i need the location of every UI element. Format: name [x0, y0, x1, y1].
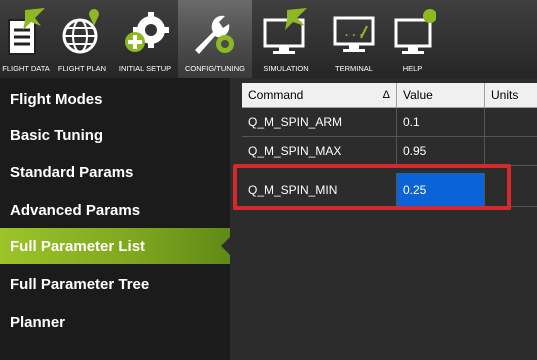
units-cell [485, 137, 537, 166]
column-header-value[interactable]: Value [397, 83, 485, 108]
sidebar-item-planner[interactable]: Planner [0, 304, 230, 340]
sidebar-item-standard-params[interactable]: Standard Params [0, 154, 230, 190]
sidebar-item-label: Planner [10, 313, 66, 331]
flight-plan-button[interactable]: FLIGHT PLAN [52, 0, 112, 78]
sidebar-item-full-parameter-list[interactable]: Full Parameter List [0, 228, 231, 264]
sidebar-item-advanced-params[interactable]: Advanced Params [0, 192, 230, 228]
value-cell[interactable]: 0.1 [397, 108, 485, 137]
toolbar-label: FLIGHT PLAN [57, 64, 107, 73]
gear-plus-icon [125, 12, 169, 52]
highlight-annotation-box [233, 164, 511, 210]
toolbar-label: FLIGHT DATA [2, 64, 50, 73]
parameter-grid-area: Command Δ Value Units Q_M_SPIN_ARM 0.1 Q… [230, 78, 537, 360]
wrench-gear-icon [195, 15, 234, 54]
sidebar-item-label: Basic Tuning [10, 126, 104, 144]
sidebar-item-flight-modes[interactable]: Flight Modes [0, 81, 230, 117]
sidebar-item-basic-tuning[interactable]: Basic Tuning [0, 117, 230, 153]
help-button[interactable]: HELP [388, 0, 437, 78]
column-header-units[interactable]: Units [485, 83, 537, 108]
toolbar-label: SIMULATION [263, 64, 309, 73]
column-header-command[interactable]: Command Δ [242, 83, 397, 108]
column-header-label: Command [248, 88, 304, 102]
config-sidebar: Flight Modes Basic Tuning Standard Param… [0, 78, 231, 360]
sidebar-item-label: Standard Params [10, 163, 134, 181]
sidebar-item-label: Full Parameter List [10, 237, 146, 255]
globe-plan-icon [62, 9, 99, 54]
sort-indicator-icon: Δ [382, 89, 390, 101]
units-cell [485, 108, 537, 137]
simulation-button[interactable]: SIMULATION [252, 0, 320, 78]
toolbar-label: INITIAL SETUP [118, 64, 172, 73]
value-cell[interactable]: 0.95 [397, 137, 485, 166]
flight-data-button[interactable]: FLIGHT DATA [0, 0, 52, 78]
toolbar-label: HELP [402, 64, 423, 73]
table-row[interactable]: Q_M_SPIN_ARM 0.1 [242, 108, 537, 137]
command-cell: Q_M_SPIN_ARM [242, 108, 397, 137]
initial-setup-button[interactable]: INITIAL SETUP [112, 0, 178, 78]
table-row[interactable]: Q_M_SPIN_MAX 0.95 [242, 137, 537, 166]
sidebar-item-label: Advanced Params [10, 201, 141, 219]
terminal-button[interactable]: ... TERMINAL [320, 0, 388, 78]
main-toolbar: FLIGHT DATA FLIGHT PLAN INITIAL SETUP CO… [0, 0, 537, 78]
sidebar-item-label: Flight Modes [10, 90, 103, 108]
toolbar-label: TERMINAL [335, 64, 373, 73]
command-cell: Q_M_SPIN_MAX [242, 137, 397, 166]
terminal-icon: ... [333, 16, 375, 52]
help-icon [394, 9, 436, 54]
sidebar-item-full-parameter-tree[interactable]: Full Parameter Tree [0, 266, 230, 302]
column-header-label: Units [491, 88, 519, 102]
monitor-plane-icon [263, 8, 307, 54]
column-header-label: Value [403, 88, 433, 102]
config-tuning-button[interactable]: CONFIG/TUNING [178, 0, 252, 78]
flight-data-icon [8, 8, 45, 55]
sidebar-item-label: Full Parameter Tree [10, 275, 150, 293]
toolbar-label: CONFIG/TUNING [185, 64, 245, 73]
